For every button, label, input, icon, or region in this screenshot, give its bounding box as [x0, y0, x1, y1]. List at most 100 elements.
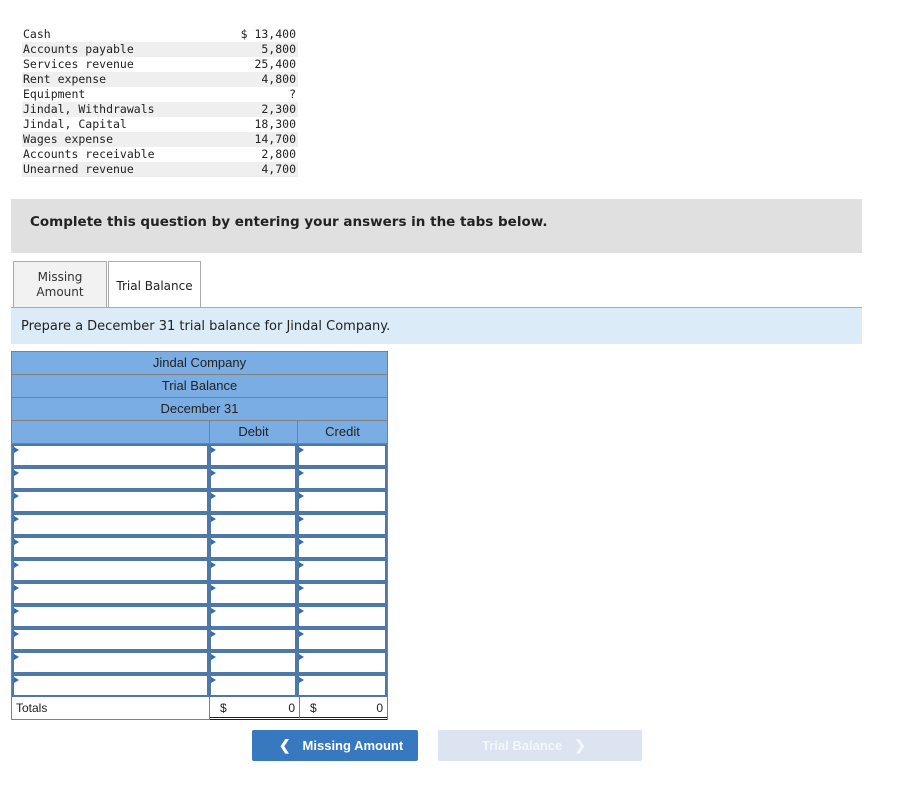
account-input[interactable]	[14, 631, 207, 651]
given-account-amount: 5,800	[261, 42, 296, 56]
credit-input[interactable]	[299, 608, 385, 628]
given-account-amount: 25,400	[254, 57, 296, 71]
given-account-amount: $ 13,400	[240, 27, 296, 41]
given-data-row: Cash $ 13,400	[22, 27, 298, 42]
account-column-header	[12, 421, 210, 443]
tab-missing-amount[interactable]: Missing Amount	[13, 261, 107, 308]
given-account-name: Accounts payable	[23, 42, 134, 56]
given-account-amount: ?	[289, 87, 296, 101]
credit-input-cell	[297, 536, 387, 559]
given-account-name: Accounts receivable	[23, 147, 155, 161]
account-input-cell	[12, 582, 209, 605]
statement-date: December 31	[11, 397, 388, 420]
credit-input-cell	[297, 490, 387, 513]
table-row	[11, 651, 388, 674]
debit-input-cell	[209, 651, 297, 674]
credit-input[interactable]	[299, 677, 385, 697]
table-row	[11, 536, 388, 559]
debit-input[interactable]	[211, 562, 295, 582]
given-data-row: Accounts payable 5,800	[22, 42, 298, 57]
credit-input[interactable]	[299, 493, 385, 513]
debit-input-cell	[209, 559, 297, 582]
account-input[interactable]	[14, 677, 207, 697]
table-row	[11, 605, 388, 628]
account-input-cell	[12, 628, 209, 651]
given-account-amount: 4,700	[261, 162, 296, 176]
account-input[interactable]	[14, 654, 207, 674]
credit-input[interactable]	[299, 585, 385, 605]
totals-label: Totals	[12, 697, 210, 719]
debit-input[interactable]	[211, 493, 295, 513]
instruction-banner: Complete this question by entering your …	[11, 199, 862, 253]
debit-input-cell	[209, 513, 297, 536]
credit-column-header: Credit	[325, 424, 360, 439]
question-prompt: Prepare a December 31 trial balance for …	[11, 308, 862, 344]
account-input-cell	[12, 513, 209, 536]
account-input[interactable]	[14, 516, 207, 536]
debit-input-cell	[209, 467, 297, 490]
account-input[interactable]	[14, 585, 207, 605]
account-input[interactable]	[14, 539, 207, 559]
trial-balance-table: Jindal Company Trial Balance December 31…	[11, 351, 388, 720]
credit-input[interactable]	[299, 447, 385, 467]
debit-input[interactable]	[211, 631, 295, 651]
next-tab-label: Trial Balance	[482, 738, 563, 753]
table-row	[11, 674, 388, 697]
debit-input[interactable]	[211, 447, 295, 467]
account-input[interactable]	[14, 608, 207, 628]
account-input-cell	[12, 651, 209, 674]
account-input-cell	[12, 605, 209, 628]
debit-input[interactable]	[211, 516, 295, 536]
given-account-name: Jindal, Capital	[23, 117, 127, 131]
given-account-amount: 18,300	[254, 117, 296, 131]
account-input[interactable]	[14, 470, 207, 490]
credit-input-cell	[297, 444, 387, 467]
debit-total: $ 0	[210, 697, 300, 720]
debit-input-cell	[209, 582, 297, 605]
table-row	[11, 490, 388, 513]
credit-input[interactable]	[299, 562, 385, 582]
account-input-cell	[12, 490, 209, 513]
account-input-cell	[12, 559, 209, 582]
debit-input-cell	[209, 536, 297, 559]
debit-input[interactable]	[211, 608, 295, 628]
table-row	[11, 467, 388, 490]
chevron-left-icon: ❮	[278, 737, 291, 753]
debit-input[interactable]	[211, 470, 295, 490]
credit-input[interactable]	[299, 654, 385, 674]
prompt-text: Prepare a December 31 trial balance for …	[21, 319, 391, 334]
prev-tab-button[interactable]: ❮ Missing Amount	[252, 730, 418, 761]
account-input-cell	[12, 674, 209, 697]
tab-label: Trial Balance	[116, 278, 193, 293]
given-data-list: Cash $ 13,400 Accounts payable 5,800 Service…	[22, 27, 298, 177]
account-input[interactable]	[14, 562, 207, 582]
account-input[interactable]	[14, 447, 207, 467]
debit-input[interactable]	[211, 677, 295, 697]
account-input[interactable]	[14, 493, 207, 513]
prev-tab-label: Missing Amount	[302, 738, 404, 753]
credit-input[interactable]	[299, 539, 385, 559]
debit-input-cell	[209, 605, 297, 628]
account-input-cell	[12, 467, 209, 490]
debit-input-cell	[209, 490, 297, 513]
debit-input[interactable]	[211, 654, 295, 674]
credit-input[interactable]	[299, 470, 385, 490]
credit-input-cell	[297, 513, 387, 536]
given-account-name: Cash	[23, 27, 51, 41]
account-input-cell	[12, 536, 209, 559]
table-row	[11, 582, 388, 605]
debit-column-header: Debit	[210, 421, 298, 443]
given-account-amount: 2,800	[261, 147, 296, 161]
debit-input[interactable]	[211, 585, 295, 605]
debit-input[interactable]	[211, 539, 295, 559]
credit-input[interactable]	[299, 516, 385, 536]
tab-trial-balance[interactable]: Trial Balance	[108, 261, 201, 309]
credit-input-cell	[297, 605, 387, 628]
tab-label-line1: Missing	[37, 270, 83, 284]
table-row	[11, 444, 388, 467]
account-input-cell	[12, 444, 209, 467]
given-account-name: Jindal, Withdrawals	[23, 102, 155, 116]
credit-total: $ 0	[300, 697, 387, 720]
credit-input-cell	[297, 582, 387, 605]
credit-input[interactable]	[299, 631, 385, 651]
